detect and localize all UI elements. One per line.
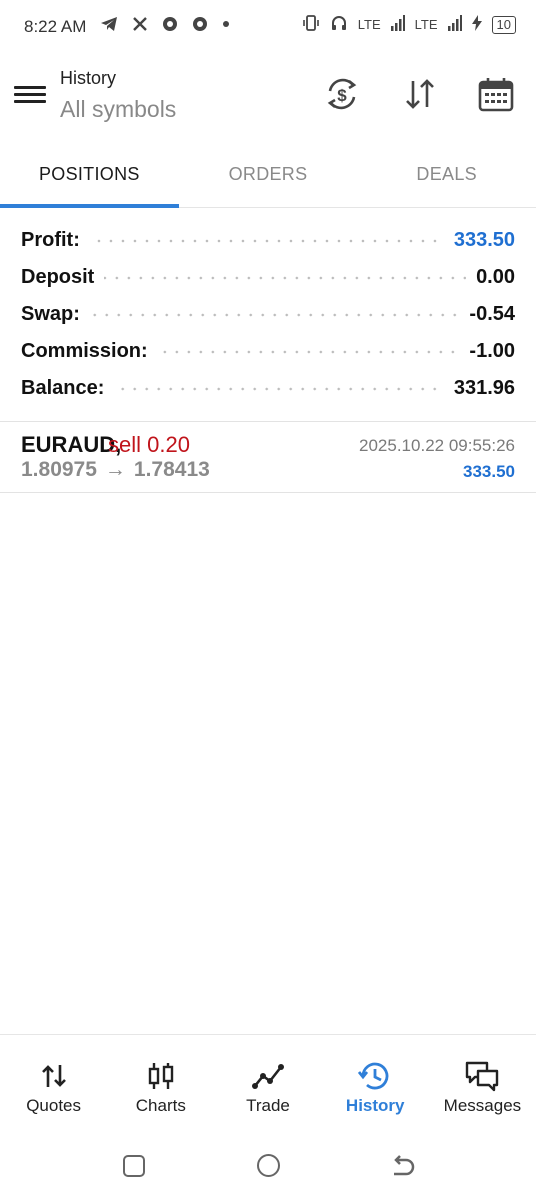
bottom-navigation: Quotes Charts Trade History Messages (0, 1034, 536, 1130)
candlestick-icon (143, 1059, 179, 1093)
nav-quotes[interactable]: Quotes (0, 1035, 107, 1130)
chrome-icon (162, 16, 178, 38)
tab-orders[interactable]: ORDERS (179, 150, 358, 207)
nav-charts[interactable]: Charts (107, 1035, 214, 1130)
position-symbol: EURAUD, (21, 432, 122, 457)
nav-label: Quotes (26, 1096, 81, 1115)
summary-label: Swap: (21, 303, 80, 325)
summary-row-deposit: Deposit 0.00 (0, 259, 536, 296)
summary-row-balance: Balance: 331.96 (0, 370, 536, 407)
system-navigation (0, 1138, 536, 1194)
system-status-icons: LTE LTE 10 (302, 14, 516, 35)
position-prices: 1.80975 → 1.78413 (21, 458, 210, 482)
trade-line-icon (250, 1059, 286, 1093)
calendar-icon[interactable] (476, 74, 516, 114)
summary-row-swap: Swap: -0.54 (0, 296, 536, 333)
battery-level: 10 (491, 15, 516, 34)
position-profit: 333.50 (463, 462, 515, 481)
currency-exchange-icon[interactable]: $ (322, 74, 362, 114)
history-tabs: POSITIONS ORDERS DEALS (0, 150, 536, 208)
dotted-leader (89, 235, 444, 246)
dotted-leader (114, 383, 444, 394)
svg-text:$: $ (337, 86, 347, 105)
nav-label: History (345, 1096, 405, 1115)
messages-icon (464, 1059, 500, 1093)
dot-icon (222, 16, 230, 38)
open-price: 1.80975 (21, 458, 97, 481)
position-row[interactable]: EURAUD, sell 0.20 1.80975 → 1.78413 2025.1… (0, 422, 536, 492)
nav-history[interactable]: History (322, 1035, 429, 1130)
dotted-leader (104, 272, 467, 283)
summary-label: Deposit (21, 266, 95, 288)
summary-label: Balance: (21, 377, 105, 399)
divider (0, 492, 536, 493)
menu-icon[interactable] (14, 82, 46, 110)
position-time: 2025.10.22 09:55:26 (359, 436, 515, 455)
status-time: 8:22 AM (24, 17, 87, 36)
summary-value: -0.54 (469, 303, 515, 325)
summary-value: 0.00 (476, 266, 515, 288)
lte-signal-icon: LTE (357, 17, 381, 32)
headset-icon (330, 14, 348, 35)
nav-label: Charts (135, 1096, 186, 1115)
dotted-leader (157, 346, 460, 357)
history-icon (357, 1059, 393, 1093)
signal-bars-icon (447, 15, 462, 34)
summary-label: Commission: (21, 340, 148, 362)
position-side: sell 0.20 (108, 432, 190, 457)
charging-icon (471, 15, 482, 34)
tab-deals[interactable]: DEALS (357, 150, 536, 207)
tab-positions[interactable]: POSITIONS (0, 150, 179, 208)
summary-row-commission: Commission: -1.00 (0, 333, 536, 370)
lte-signal-icon: LTE (414, 17, 438, 32)
signal-bars-icon (390, 15, 405, 34)
nav-messages[interactable]: Messages (429, 1035, 536, 1130)
nav-label: Messages (443, 1096, 522, 1115)
chrome-icon (192, 16, 208, 38)
account-summary: Profit: 333.50 Deposit 0.00 Swap: -0.54 … (0, 222, 536, 407)
nav-label: Trade (246, 1096, 290, 1115)
home-icon[interactable] (257, 1154, 280, 1177)
page-title: History (60, 68, 117, 88)
notification-icons (100, 16, 230, 38)
status-bar: 8:22 AM LTE LTE 10 (0, 0, 536, 56)
x-icon (132, 16, 148, 38)
arrow-icon: → (104, 458, 126, 481)
back-icon[interactable] (388, 1152, 416, 1180)
vibrate-icon (302, 14, 320, 35)
summary-value: 331.96 (453, 377, 515, 399)
summary-row-profit: Profit: 333.50 (0, 222, 536, 259)
summary-value: -1.00 (469, 340, 515, 362)
nav-trade[interactable]: Trade (214, 1035, 321, 1130)
summary-label: Profit: (21, 229, 80, 251)
summary-value: 333.50 (453, 229, 515, 251)
sort-icon[interactable] (400, 74, 440, 114)
symbol-filter[interactable]: All symbols (60, 96, 176, 123)
app-toolbar: History All symbols $ (0, 60, 536, 140)
telegram-icon (100, 16, 118, 38)
quotes-icon (36, 1059, 72, 1093)
close-price: 1.78413 (133, 458, 210, 481)
recent-apps-icon[interactable] (123, 1155, 145, 1177)
dotted-leader (89, 309, 460, 320)
